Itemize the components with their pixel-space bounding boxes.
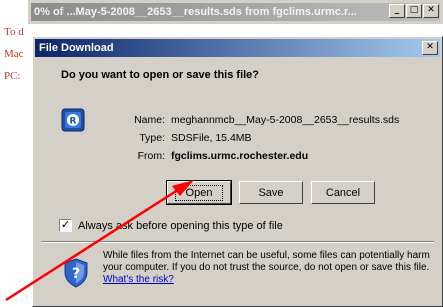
always-ask-label: Always ask before opening this type of f… [78,219,283,232]
whats-the-risk-link[interactable]: What's the risk? [103,274,174,285]
dialog-title: File Download [39,42,114,54]
dialog-titlebar[interactable]: File Download [35,39,440,57]
file-type-value: SDSFile, 15.4MB [171,132,252,144]
svg-text:?: ? [72,266,80,282]
file-download-dialog: File Download ✕ Do you want to open or s… [32,36,443,307]
file-name-value: meghannmcb__May-5-2008__2653__results.sd… [171,114,400,126]
download-progress-title[interactable]: 0% of ...May-5-2008__2653__results.sds f… [31,3,440,21]
save-button[interactable]: Save [239,181,303,204]
background-text-line-3: PC: [4,70,21,82]
background-text-line-1: To d [4,26,24,38]
security-warning-text: While files from the Internet can be use… [103,250,430,273]
source-host-value: fgclims.urmc.rochester.edu [171,150,309,162]
security-warning: While files from the Internet can be use… [103,250,433,286]
download-progress-window: 0% of ...May-5-2008__2653__results.sds f… [28,0,443,24]
open-button-label: Open [174,184,224,201]
from-label: From: [137,150,165,162]
background-text-line-2: Mac [4,48,24,60]
always-ask-checkbox[interactable]: ✓ [59,219,72,232]
dialog-separator [41,241,434,243]
always-ask-option[interactable]: ✓ Always ask before opening this type of… [59,219,283,232]
open-button[interactable]: Open [166,180,232,205]
dialog-question: Do you want to open or save this file? [61,69,260,81]
type-label: Type: [139,132,165,144]
name-label: Name: [134,114,165,126]
dialog-close-button[interactable]: ✕ [422,41,438,55]
maximize-button[interactable]: □ [406,4,422,18]
cancel-button[interactable]: Cancel [311,181,375,204]
close-button-back[interactable]: ✕ [423,4,439,18]
minimize-button[interactable]: _ [389,4,405,18]
shield-question-icon: ? [64,258,88,288]
window-controls: _ □ ✕ [389,4,439,18]
